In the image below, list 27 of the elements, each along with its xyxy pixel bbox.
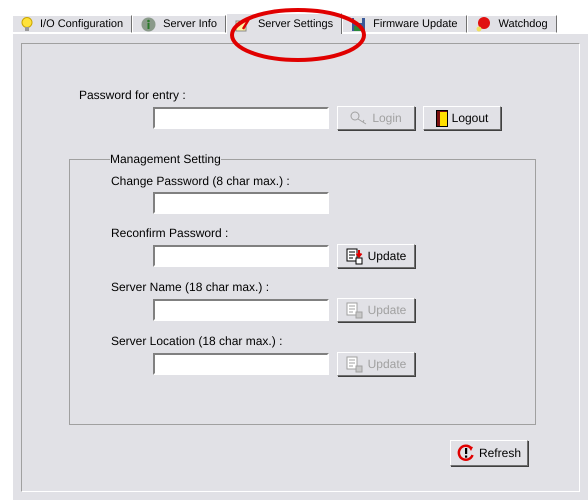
tab[interactable]: Firmware Update (342, 15, 467, 33)
input-field[interactable] (153, 192, 329, 214)
document-update-icon (346, 302, 364, 318)
update-button[interactable]: Update (337, 244, 415, 268)
input-field[interactable] (153, 299, 329, 321)
field-label: Change Password (8 char max.) : (111, 174, 291, 188)
group-title: Management Setting (110, 152, 221, 166)
field-label: Server Name (18 char max.) : (111, 280, 270, 294)
logout-button[interactable]: Logout (423, 106, 501, 130)
door-icon (436, 110, 448, 126)
input-field[interactable] (153, 353, 329, 375)
document-update-icon (346, 248, 364, 264)
info-icon (141, 16, 156, 32)
field-label: Password for entry : (79, 88, 187, 102)
refresh-button[interactable]: Refresh (450, 440, 528, 466)
field-label: Server Location (18 char max.) : (111, 334, 284, 348)
document-update-icon (346, 356, 364, 372)
tab[interactable]: Server Info (132, 15, 226, 33)
tab[interactable]: I/O Configuration (12, 15, 132, 33)
field-label: Reconfirm Password : (111, 226, 230, 240)
input-field[interactable] (153, 245, 329, 267)
alarm-light-icon (476, 16, 492, 32)
key-icon (350, 111, 368, 125)
tab[interactable]: Watchdog (466, 15, 557, 33)
refresh-icon (456, 444, 475, 462)
lightbulb-icon (21, 16, 33, 32)
password-field[interactable] (153, 107, 329, 129)
